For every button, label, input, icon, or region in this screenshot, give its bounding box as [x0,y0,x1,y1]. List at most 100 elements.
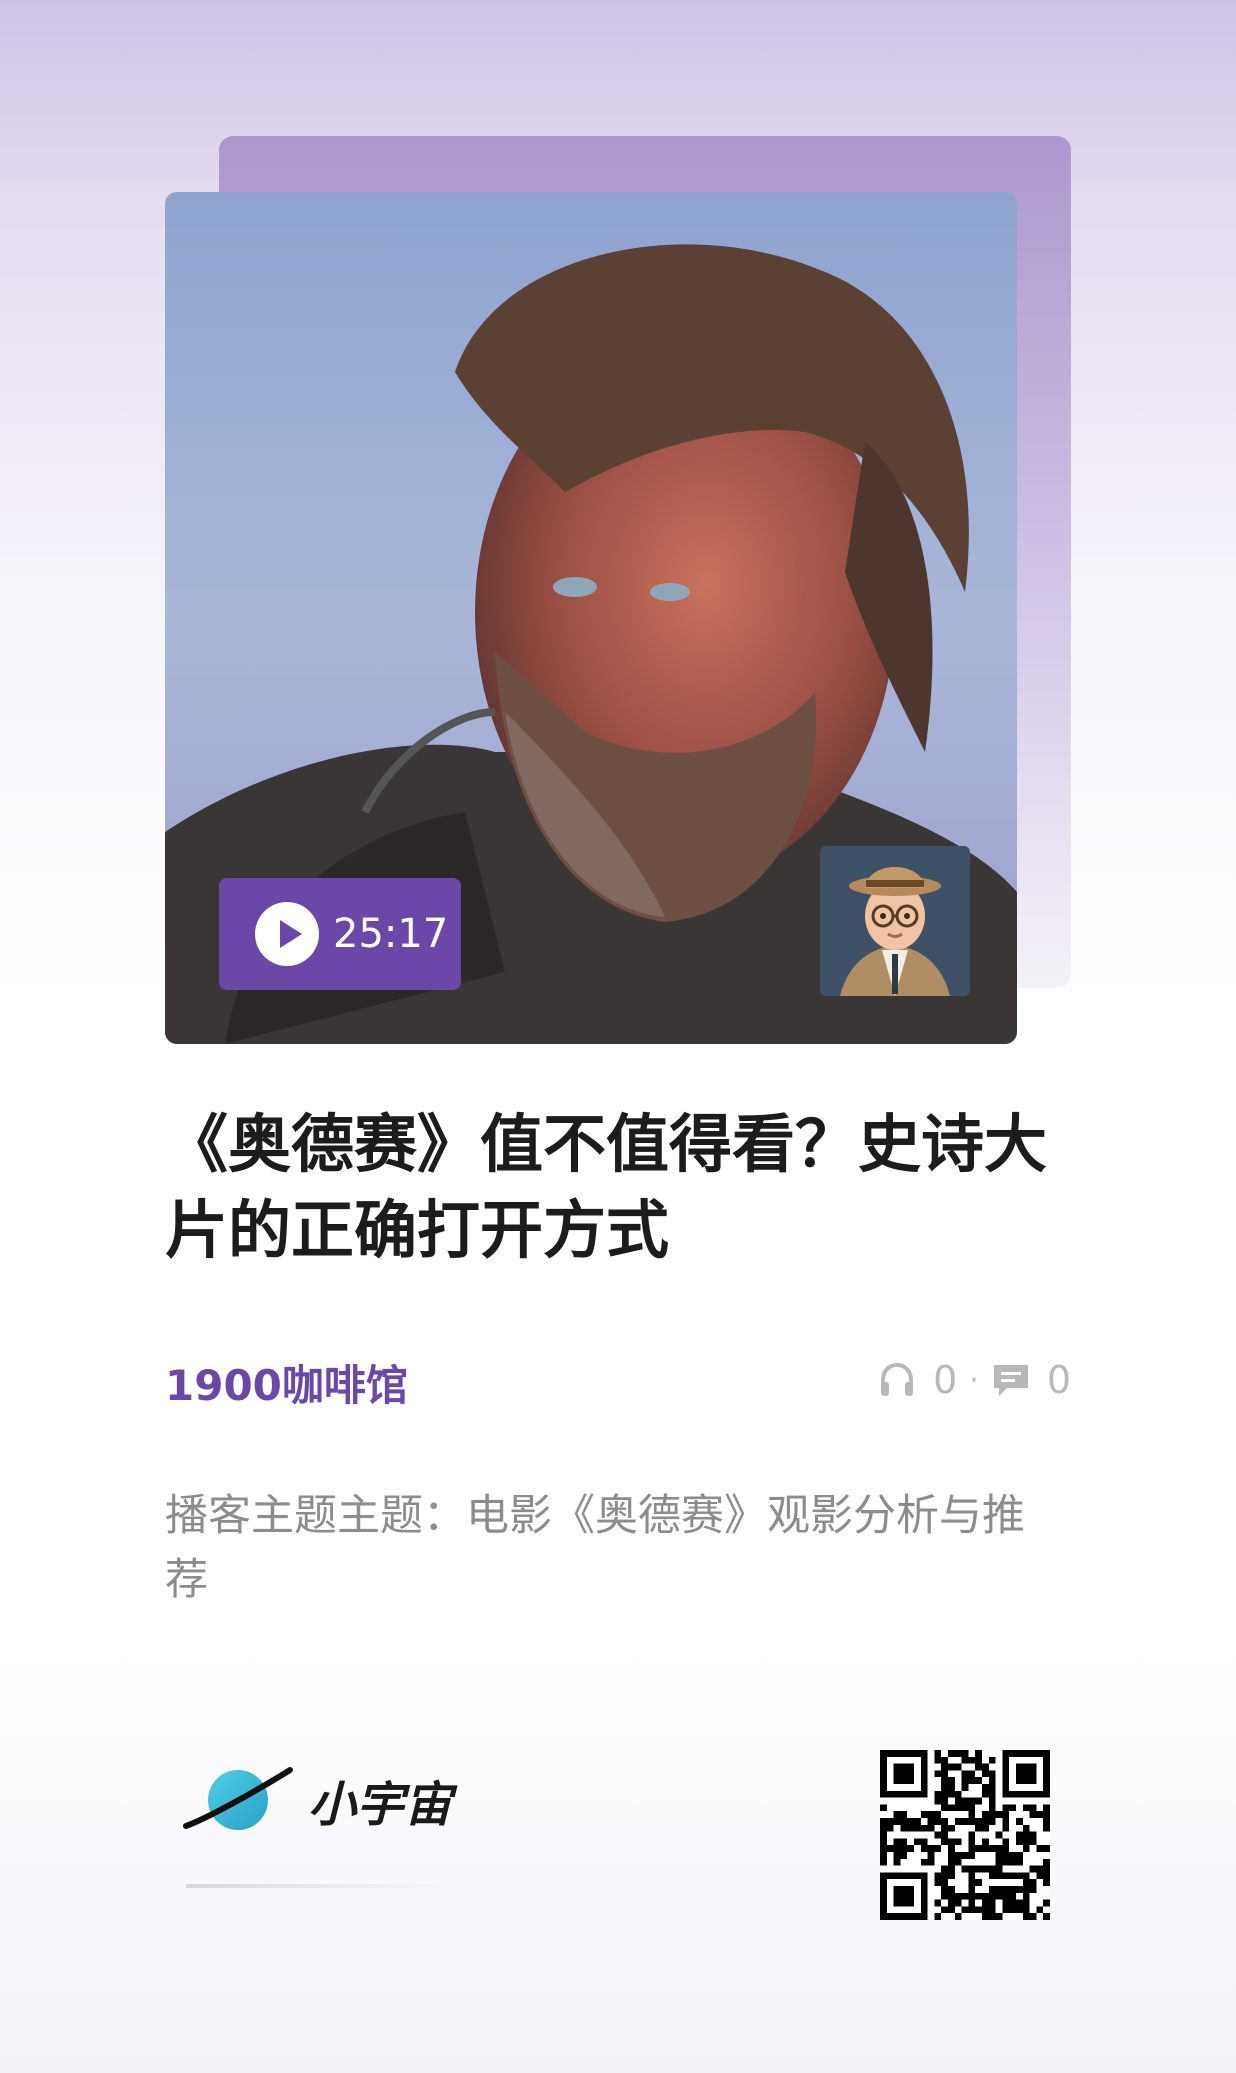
qr-module [927,1858,935,1866]
qr-module [982,1811,989,1818]
qr-module [968,1818,976,1825]
qr-module [914,1818,921,1825]
qr-module [886,1845,894,1852]
qr-module [1002,1886,1010,1893]
qr-module [900,1811,908,1818]
qr-module [982,1763,989,1771]
qr-module [1043,1865,1050,1873]
qr-module [1016,1906,1023,1914]
qr-module [954,1852,962,1859]
qr-module [1022,1824,1030,1832]
podcast-name-link[interactable]: 1900咖啡馆 [165,1352,408,1413]
qr-module [954,1892,962,1900]
qr-module [982,1838,989,1846]
qr-module [934,1872,942,1880]
stats-separator: · [969,1362,979,1398]
qr-module [920,1838,928,1846]
qr-module [954,1838,962,1846]
qr-module [914,1824,921,1832]
qr-module [975,1906,982,1914]
qr-module [995,1886,1003,1893]
qr-module [893,1858,901,1866]
qr-module [982,1845,989,1852]
qr-module [880,1852,887,1859]
qr-module [941,1865,948,1873]
qr-module [941,1784,948,1791]
qr-module [968,1777,976,1784]
qr-module [920,1858,928,1866]
qr-module [1029,1886,1037,1893]
qr-module [988,1777,996,1784]
qr-module [941,1797,948,1805]
qr-module [948,1852,955,1859]
qr-module [1022,1886,1030,1893]
qr-module [941,1770,948,1778]
qr-module [934,1818,942,1825]
qr-module [1002,1906,1010,1914]
qr-module [982,1770,989,1778]
qr-module [1022,1804,1030,1812]
qr-module [934,1845,942,1852]
qr-module [988,1797,996,1805]
qr-module [968,1756,976,1764]
qr-module [968,1892,976,1900]
qr-module [1002,1818,1010,1825]
comment-icon [993,1365,1028,1396]
qr-module [954,1797,962,1805]
qr-module [1022,1906,1030,1914]
qr-module [954,1913,962,1920]
qr-module [1036,1811,1044,1818]
qr-module [1009,1804,1016,1812]
qr-module [1029,1838,1037,1846]
qr-module [900,1852,908,1859]
qr-module [941,1892,948,1900]
episode-cover[interactable]: 25:17 [165,192,1017,1044]
qr-module [954,1858,962,1866]
qr-module [934,1750,942,1757]
qr-module [880,1845,887,1852]
qr-module [1043,1872,1050,1880]
qr-module [968,1886,976,1893]
qr-module [961,1852,969,1859]
duration-badge[interactable]: 25:17 [219,878,461,990]
qr-module [1043,1818,1050,1825]
qr-module [982,1824,989,1832]
qr-module [927,1818,935,1825]
qr-module [893,1818,901,1825]
qr-module [1022,1838,1030,1846]
qr-module [995,1845,1003,1852]
qr-module [886,1824,894,1832]
listen-count: 0 [933,1358,958,1402]
qr-module [1009,1886,1016,1893]
qr-module [1016,1852,1023,1859]
qr-module [941,1777,948,1784]
qr-module [907,1818,914,1825]
qr-module [968,1872,976,1880]
qr-module [934,1756,942,1764]
qr-module [961,1756,969,1764]
qr-module [941,1838,948,1846]
qr-module [988,1845,996,1852]
qr-module [1029,1831,1037,1839]
qr-module [961,1797,969,1805]
qr-module [948,1784,955,1791]
qr-module [880,1858,887,1866]
qr-module [995,1858,1003,1866]
qr-module [988,1886,996,1893]
qr-module [1002,1811,1010,1818]
qr-module [975,1879,982,1886]
qr-module [961,1865,969,1873]
qr-module [988,1784,996,1791]
qr-module [934,1790,942,1798]
qr-code[interactable] [880,1750,1050,1920]
qr-module [880,1824,887,1832]
episode-title[interactable]: 《奥德赛》值不值得看？史诗大片的正确打开方式 [165,1102,1065,1274]
qr-module [1043,1824,1050,1832]
qr-module [1016,1872,1023,1880]
qr-module [968,1852,976,1859]
qr-module [982,1913,989,1920]
qr-module [1036,1865,1044,1873]
qr-module [961,1777,969,1784]
play-icon[interactable] [255,902,319,966]
qr-module [948,1804,955,1812]
